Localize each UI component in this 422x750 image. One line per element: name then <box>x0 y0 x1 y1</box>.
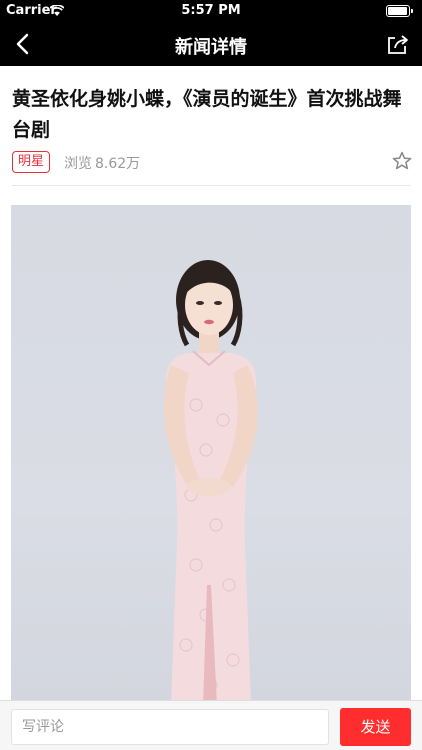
category-badge[interactable]: 明星 <box>12 151 51 173</box>
views-label: 浏览 <box>64 156 92 172</box>
divider <box>12 185 410 186</box>
article-title: 黄圣依化身姚小蝶，《演员的诞生》首次挑战舞台剧 <box>12 88 402 141</box>
status-bar: Carrier 5:57 PM <box>0 0 422 22</box>
favorite-star-icon[interactable] <box>392 151 412 171</box>
navigation-bar: 新闻详情 <box>0 22 422 66</box>
send-button[interactable]: 发送 <box>340 708 411 746</box>
status-time: 5:57 PM <box>181 3 241 18</box>
page-title: 新闻详情 <box>175 37 247 58</box>
views-count: 8.62万 <box>95 156 141 172</box>
article-meta: 明星 浏览 8.62万 <box>12 151 412 175</box>
article-photo <box>11 205 411 705</box>
comment-bar: 写评论 发送 <box>0 700 422 750</box>
battery-icon <box>386 5 414 17</box>
comment-input[interactable]: 写评论 <box>11 709 329 745</box>
share-icon[interactable] <box>386 32 410 56</box>
